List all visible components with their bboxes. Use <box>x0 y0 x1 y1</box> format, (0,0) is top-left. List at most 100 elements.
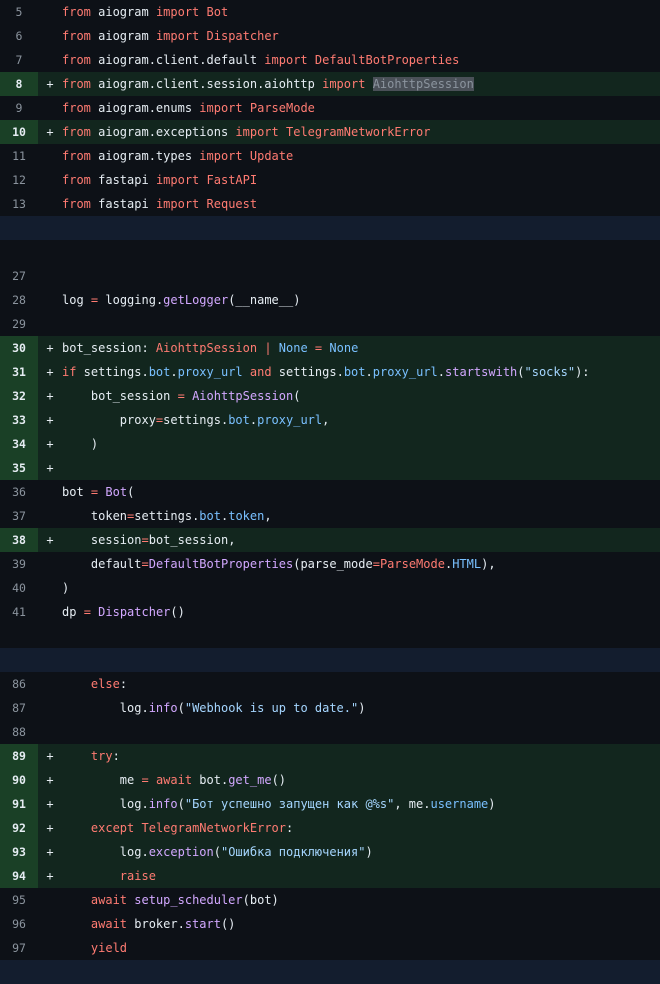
code-token: fastapi <box>90 197 156 211</box>
code-token: AiohttpSession <box>192 389 294 403</box>
code-token: ( <box>177 797 185 811</box>
diff-line: 6 from aiogram import Dispatcher <box>0 24 660 48</box>
code-content: proxy=settings.bot.proxy_url, <box>62 408 660 432</box>
code-token: session <box>62 533 142 547</box>
line-number[interactable]: 96 <box>0 912 38 936</box>
line-number[interactable]: 94 <box>0 864 38 888</box>
code-token: () <box>271 773 287 787</box>
line-number[interactable]: 33 <box>0 408 38 432</box>
line-marker <box>38 240 62 264</box>
line-number[interactable]: 10 <box>0 120 38 144</box>
added-marker: + <box>46 797 54 811</box>
line-number[interactable]: 13 <box>0 192 38 216</box>
code-token: bot <box>199 509 221 523</box>
code-token: proxy_url <box>257 413 323 427</box>
line-marker <box>38 552 62 576</box>
diff-line <box>0 240 660 264</box>
code-token: import <box>199 149 243 163</box>
code-content: else: <box>62 672 660 696</box>
line-number[interactable]: 30 <box>0 336 38 360</box>
diff-line: 41 dp = Dispatcher() <box>0 600 660 624</box>
hunk-separator[interactable] <box>0 648 660 672</box>
added-marker: + <box>46 869 54 883</box>
code-content: default=DefaultBotProperties(parse_mode=… <box>62 552 660 576</box>
line-number[interactable]: 92 <box>0 816 38 840</box>
line-number[interactable]: 41 <box>0 600 38 624</box>
code-token: aiogram.client.default <box>90 53 265 67</box>
line-number[interactable]: 6 <box>0 24 38 48</box>
code-token: settings. <box>76 365 149 379</box>
line-number[interactable] <box>0 240 38 264</box>
diff-line: 7 from aiogram.client.default import Defa… <box>0 48 660 72</box>
diff-line: 37 token=settings.bot.token, <box>0 504 660 528</box>
code-token: ParseMode <box>379 557 445 571</box>
line-number[interactable]: 7 <box>0 48 38 72</box>
line-number[interactable]: 5 <box>0 0 38 24</box>
line-number[interactable]: 89 <box>0 744 38 768</box>
code-token: from <box>62 149 91 163</box>
line-marker <box>38 312 62 336</box>
hunk-separator[interactable] <box>0 216 660 240</box>
code-content: from fastapi import FastAPI <box>62 168 660 192</box>
line-number[interactable]: 8 <box>0 72 38 96</box>
line-number[interactable]: 40 <box>0 576 38 600</box>
code-token: settings. <box>134 509 200 523</box>
line-number[interactable]: 93 <box>0 840 38 864</box>
code-token: Update <box>249 149 294 163</box>
line-number[interactable]: 32 <box>0 384 38 408</box>
code-token: (bot) <box>242 893 279 907</box>
diff-line <box>0 624 660 648</box>
line-marker <box>38 168 62 192</box>
line-number[interactable]: 11 <box>0 144 38 168</box>
code-token: fastapi <box>90 173 156 187</box>
line-number[interactable]: 38 <box>0 528 38 552</box>
line-number[interactable]: 90 <box>0 768 38 792</box>
line-number[interactable]: 28 <box>0 288 38 312</box>
line-number[interactable]: 39 <box>0 552 38 576</box>
code-token: aiogram.types <box>90 149 200 163</box>
line-number[interactable]: 29 <box>0 312 38 336</box>
line-number[interactable]: 87 <box>0 696 38 720</box>
diff-line-added: 30 + bot_session: AiohttpSession | None = … <box>0 336 660 360</box>
hunk-separator[interactable] <box>0 960 660 984</box>
code-token: ) <box>365 845 373 859</box>
line-number[interactable]: 97 <box>0 936 38 960</box>
diff-line-added: 93 + log.exception("Ошибка подключения") <box>0 840 660 864</box>
line-number[interactable]: 34 <box>0 432 38 456</box>
line-number[interactable]: 35 <box>0 456 38 480</box>
line-number[interactable]: 12 <box>0 168 38 192</box>
code-content: from aiogram.exceptions import TelegramN… <box>62 120 660 144</box>
diff-line: 36 bot = Bot( <box>0 480 660 504</box>
line-number[interactable]: 36 <box>0 480 38 504</box>
line-number[interactable] <box>0 624 38 648</box>
code-content: from aiogram.client.session.aiohttp impo… <box>62 72 660 96</box>
line-number[interactable]: 27 <box>0 264 38 288</box>
code-token: import <box>264 53 308 67</box>
line-marker <box>38 624 62 648</box>
line-number[interactable]: 37 <box>0 504 38 528</box>
line-number[interactable]: 95 <box>0 888 38 912</box>
diff-line: 11 from aiogram.types import Update <box>0 144 660 168</box>
code-content <box>62 624 660 648</box>
code-token: AiohttpSession <box>372 77 474 91</box>
line-number[interactable]: 91 <box>0 792 38 816</box>
code-token: ) <box>488 797 496 811</box>
line-marker <box>38 192 62 216</box>
line-number[interactable]: 31 <box>0 360 38 384</box>
line-number[interactable]: 9 <box>0 96 38 120</box>
diff-line: 12 from fastapi import FastAPI <box>0 168 660 192</box>
code-token: proxy_url <box>177 365 243 379</box>
line-number[interactable]: 88 <box>0 720 38 744</box>
code-content: from aiogram.client.default import Defau… <box>62 48 660 72</box>
code-token: bot. <box>192 773 229 787</box>
code-token: () <box>170 605 185 619</box>
code-content <box>62 264 660 288</box>
line-number[interactable]: 86 <box>0 672 38 696</box>
line-marker <box>38 48 62 72</box>
diff-line-added: 94 + raise <box>0 864 660 888</box>
